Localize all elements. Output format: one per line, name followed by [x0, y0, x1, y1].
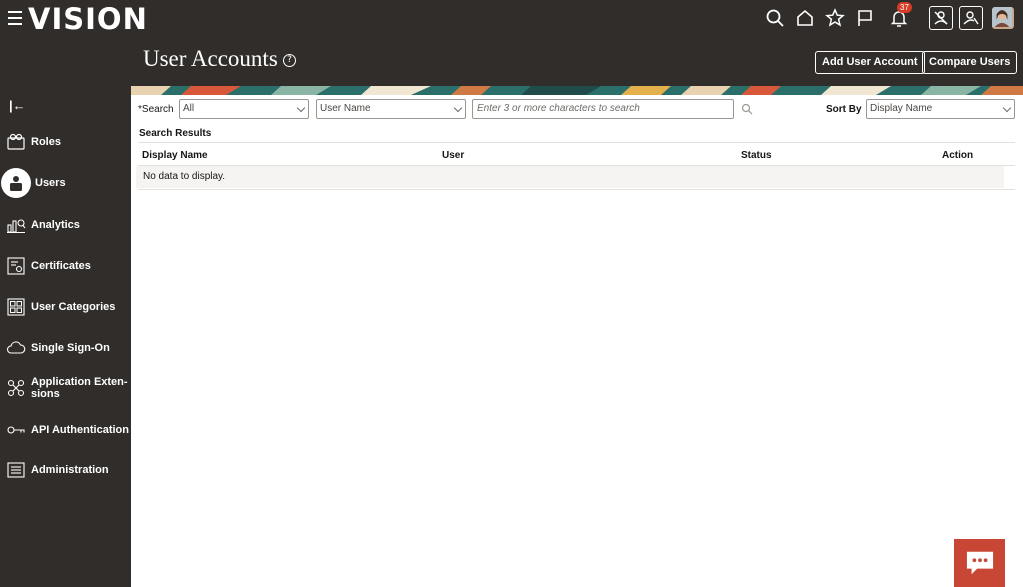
search-icon[interactable] [741, 103, 753, 115]
search-label: *Search [138, 104, 174, 115]
main-content: *Search All User Name Enter 3 or more ch… [131, 86, 1023, 587]
users-icon [1, 168, 31, 198]
brand-logo: VISION [28, 2, 148, 36]
sidebar-item-single-sign-on[interactable]: Single Sign-On [0, 330, 131, 366]
search-input[interactable]: Enter 3 or more characters to search [472, 99, 734, 119]
key-icon [5, 419, 27, 441]
chevron-down-icon [1002, 103, 1012, 113]
user-categories-icon [5, 296, 27, 318]
sidebar-item-certificates[interactable]: Certificates [0, 248, 131, 284]
add-user-account-button[interactable]: Add User Account [815, 51, 925, 74]
compare-users-button[interactable]: Compare Users [922, 51, 1018, 74]
collapse-sidebar-icon[interactable]: |← [9, 98, 26, 113]
sort-by-select[interactable]: Display Name [866, 99, 1015, 119]
empty-table-message: No data to display. [136, 166, 1004, 188]
chat-bubble-icon [966, 551, 993, 575]
hamburger-menu-icon[interactable] [8, 11, 22, 25]
sidebar-item-roles[interactable]: Roles [0, 124, 131, 160]
sidebar-item-administration[interactable]: Administration [0, 452, 131, 488]
search-scope-select[interactable]: All [179, 99, 309, 119]
sort-by-label: Sort By [826, 104, 862, 115]
global-toolbar: 37 [757, 2, 1015, 30]
divider [138, 142, 1015, 143]
roles-icon [5, 131, 27, 153]
decorative-banner [131, 86, 1023, 95]
chat-button[interactable] [954, 539, 1005, 587]
user-avatar[interactable] [991, 6, 1015, 30]
chevron-down-icon [296, 103, 306, 113]
user-off-icon[interactable] [929, 6, 953, 30]
help-icon[interactable]: ? [283, 54, 296, 67]
search-results-heading: Search Results [139, 128, 212, 139]
cloud-icon [5, 337, 27, 359]
avatar-image [992, 7, 1014, 29]
search-field-select[interactable]: User Name [316, 99, 466, 119]
notification-count-badge: 37 [897, 2, 912, 13]
column-header-display-name[interactable]: Display Name [142, 150, 208, 161]
sidebar-item-users[interactable]: Users [0, 165, 131, 201]
access-off-icon[interactable] [959, 6, 983, 30]
sidebar-item-api-authentication[interactable]: API Authentication [0, 412, 131, 448]
extensions-icon [5, 377, 27, 399]
column-header-status[interactable]: Status [741, 150, 772, 161]
flag-icon[interactable] [853, 6, 877, 30]
search-icon[interactable] [763, 6, 787, 30]
home-icon[interactable] [793, 6, 817, 30]
top-bar: VISION 37 [0, 0, 1023, 38]
administration-icon [5, 459, 27, 481]
certificate-icon [5, 255, 27, 277]
column-header-action[interactable]: Action [942, 150, 973, 161]
page-title: User Accounts [143, 46, 278, 71]
notifications-bell-icon[interactable]: 37 [887, 2, 912, 30]
sidebar-item-analytics[interactable]: Analytics [0, 207, 131, 243]
column-header-user[interactable]: User [442, 150, 464, 161]
divider [138, 189, 1015, 190]
chevron-down-icon [453, 103, 463, 113]
sidebar-item-application-extensions[interactable]: Application Exten-sions [0, 370, 131, 406]
analytics-icon [5, 214, 27, 236]
sidebar-item-user-categories[interactable]: User Categories [0, 289, 131, 325]
favorites-star-icon[interactable] [823, 6, 847, 30]
